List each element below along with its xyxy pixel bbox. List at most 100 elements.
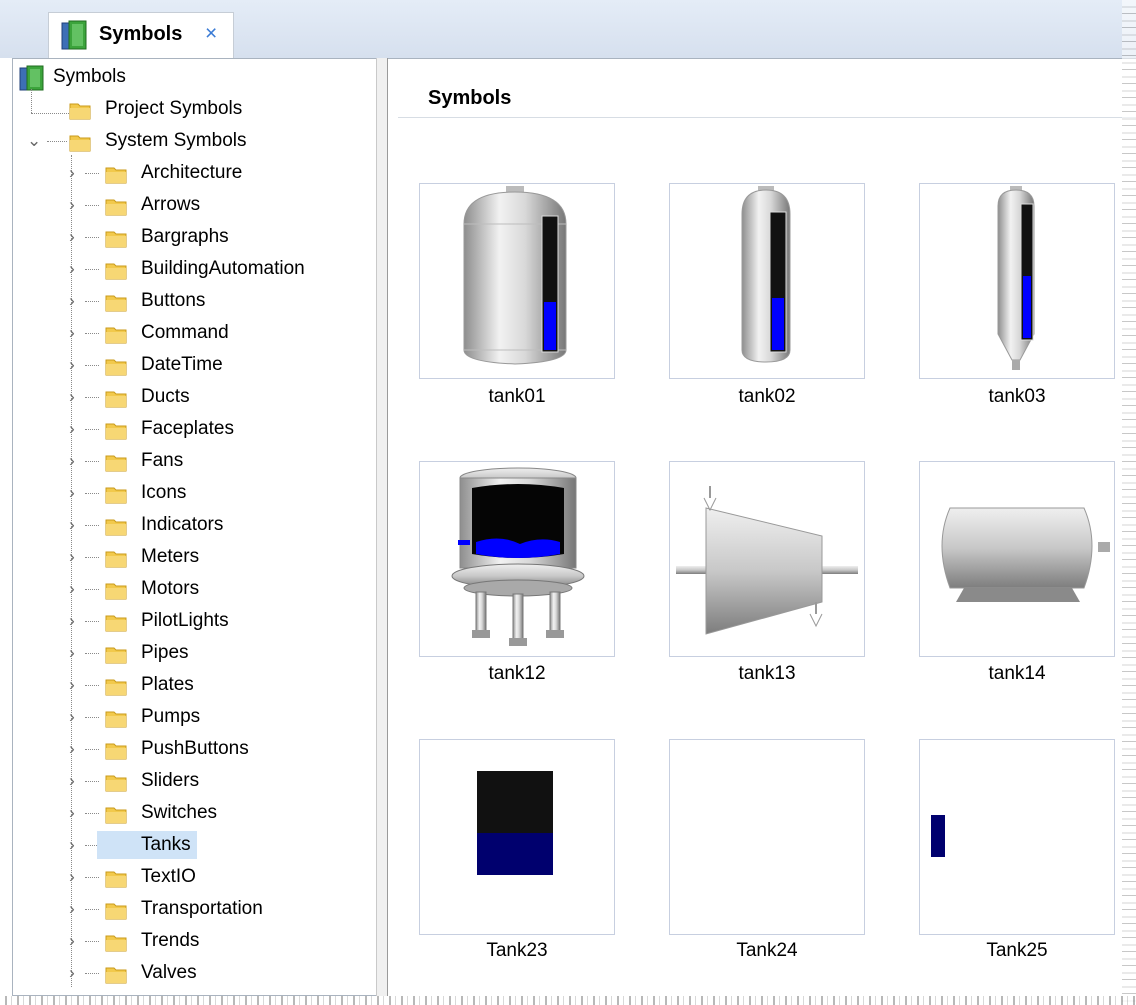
tree-label: TextIO bbox=[141, 866, 196, 887]
chevron-down-icon[interactable]: ⌄ bbox=[27, 127, 41, 155]
tree-label: Plates bbox=[141, 674, 194, 695]
tree-connector bbox=[85, 557, 99, 559]
tree-label: Command bbox=[141, 322, 229, 343]
tree-item-project-symbols[interactable]: Project Symbols bbox=[13, 95, 373, 123]
folder-icon bbox=[105, 612, 127, 632]
folder-icon bbox=[69, 100, 91, 120]
close-icon[interactable]: × bbox=[205, 22, 217, 46]
tree-item-textio[interactable]: › TextIO bbox=[13, 863, 373, 891]
symbol-tile-tank13[interactable] bbox=[669, 461, 865, 657]
folder-icon bbox=[105, 420, 127, 440]
folder-icon bbox=[105, 708, 127, 728]
tree-connector bbox=[85, 301, 99, 303]
tab-symbols[interactable]: Symbols × bbox=[48, 12, 234, 58]
tree-connector bbox=[85, 493, 99, 495]
tree-item-plates[interactable]: › Plates bbox=[13, 671, 373, 699]
tree-label: System Symbols bbox=[105, 130, 247, 151]
tree-label: Valves bbox=[141, 962, 197, 983]
tree-connector bbox=[85, 173, 99, 175]
tank14-icon bbox=[941, 507, 1110, 602]
tree-item-architecture[interactable]: › Architecture bbox=[13, 159, 373, 187]
tree-item-datetime[interactable]: › DateTime bbox=[13, 351, 373, 379]
tree-connector bbox=[85, 941, 99, 943]
tree-label: Transportation bbox=[141, 898, 263, 919]
folder-icon bbox=[105, 484, 127, 504]
symbol-tile-tank12[interactable] bbox=[419, 461, 615, 657]
tile-caption: tank02 bbox=[738, 386, 796, 407]
tree-label: Buttons bbox=[141, 290, 206, 311]
gallery-title: Symbols bbox=[428, 87, 512, 109]
folder-icon bbox=[105, 260, 127, 280]
folder-icon bbox=[105, 324, 127, 344]
tile-caption: tank12 bbox=[488, 663, 546, 684]
screen-edge-artifact bbox=[0, 996, 1136, 1005]
tile-caption: tank14 bbox=[988, 663, 1046, 684]
symbol-tile-tank02[interactable] bbox=[669, 183, 865, 379]
tree-label: Faceplates bbox=[141, 418, 234, 439]
tree-item-root[interactable]: Symbols bbox=[13, 63, 373, 91]
tree-item-bargraphs[interactable]: › Bargraphs bbox=[13, 223, 373, 251]
tree-item-command[interactable]: › Command bbox=[13, 319, 373, 347]
folder-icon bbox=[105, 292, 127, 312]
tree-item-valves[interactable]: › Valves bbox=[13, 959, 373, 987]
symbol-tile-tank03[interactable] bbox=[919, 183, 1115, 379]
tree-item-ducts[interactable]: › Ducts bbox=[13, 383, 373, 411]
tree-connector bbox=[85, 429, 99, 431]
symbol-tile-tank24[interactable] bbox=[669, 739, 865, 935]
pane-splitter[interactable] bbox=[376, 58, 388, 996]
tree-label: Trends bbox=[141, 930, 200, 951]
tree-item-pipes[interactable]: › Pipes bbox=[13, 639, 373, 667]
tree-label: Symbols bbox=[53, 66, 126, 87]
tile-caption: Tank24 bbox=[736, 940, 798, 961]
tree-item-motors[interactable]: › Motors bbox=[13, 575, 373, 603]
tree-item-indicators[interactable]: › Indicators bbox=[13, 511, 373, 539]
tree-connector bbox=[85, 909, 99, 911]
tank13-icon bbox=[676, 486, 858, 635]
tree-label: BuildingAutomation bbox=[141, 258, 305, 279]
tree-item-pilotlights[interactable]: › PilotLights bbox=[13, 607, 373, 635]
tree-connector bbox=[85, 717, 99, 719]
folder-icon bbox=[105, 196, 127, 216]
tree-connector bbox=[85, 525, 99, 527]
tree-label: Icons bbox=[141, 482, 187, 503]
tile-caption: Tank25 bbox=[986, 940, 1048, 961]
tree-item-system-symbols[interactable]: ⌄ System Symbols bbox=[13, 127, 373, 155]
tree-item-icons[interactable]: › Icons bbox=[13, 479, 373, 507]
folder-icon bbox=[105, 516, 127, 536]
tree-connector bbox=[85, 877, 99, 879]
tree-item-sliders[interactable]: › Sliders bbox=[13, 767, 373, 795]
tree-item-fans[interactable]: › Fans bbox=[13, 447, 373, 475]
tank01-icon bbox=[463, 186, 567, 365]
tree-item-buildingautomation[interactable]: › BuildingAutomation bbox=[13, 255, 373, 283]
tree-item-meters[interactable]: › Meters bbox=[13, 543, 373, 571]
folder-icon bbox=[105, 388, 127, 408]
tab-strip: Symbols × bbox=[0, 0, 1136, 58]
folder-icon bbox=[105, 644, 127, 664]
folder-icon bbox=[105, 740, 127, 760]
tree-label: DateTime bbox=[141, 354, 223, 375]
tree-connector bbox=[85, 813, 99, 815]
tree-item-arrows[interactable]: › Arrows bbox=[13, 191, 373, 219]
symbol-tile-tank14[interactable] bbox=[919, 461, 1115, 657]
symbol-tile-tank25[interactable] bbox=[919, 739, 1115, 935]
tree-label: Fans bbox=[141, 450, 184, 471]
tree-item-transportation[interactable]: › Transportation bbox=[13, 895, 373, 923]
tank23-icon bbox=[477, 771, 553, 875]
tree-label: Project Symbols bbox=[105, 98, 243, 119]
tree-connector bbox=[85, 685, 99, 687]
tree-item-faceplates[interactable]: › Faceplates bbox=[13, 415, 373, 443]
tree-item-pushbuttons[interactable]: › PushButtons bbox=[13, 735, 373, 763]
folder-icon bbox=[105, 676, 127, 696]
tree-connector bbox=[85, 461, 99, 463]
symbol-tile-tank01[interactable] bbox=[419, 183, 615, 379]
tree-connector bbox=[85, 781, 99, 783]
tree-connector bbox=[85, 365, 99, 367]
symbol-tile-tank23[interactable] bbox=[419, 739, 615, 935]
tree-item-pumps[interactable]: › Pumps bbox=[13, 703, 373, 731]
folder-icon bbox=[105, 548, 127, 568]
tree-item-switches[interactable]: › Switches bbox=[13, 799, 373, 827]
tree-item-trends[interactable]: › Trends bbox=[13, 927, 373, 955]
tree-item-tanks[interactable]: › Tanks bbox=[13, 831, 373, 859]
tree-item-buttons[interactable]: › Buttons bbox=[13, 287, 373, 315]
tree-connector bbox=[85, 269, 99, 271]
